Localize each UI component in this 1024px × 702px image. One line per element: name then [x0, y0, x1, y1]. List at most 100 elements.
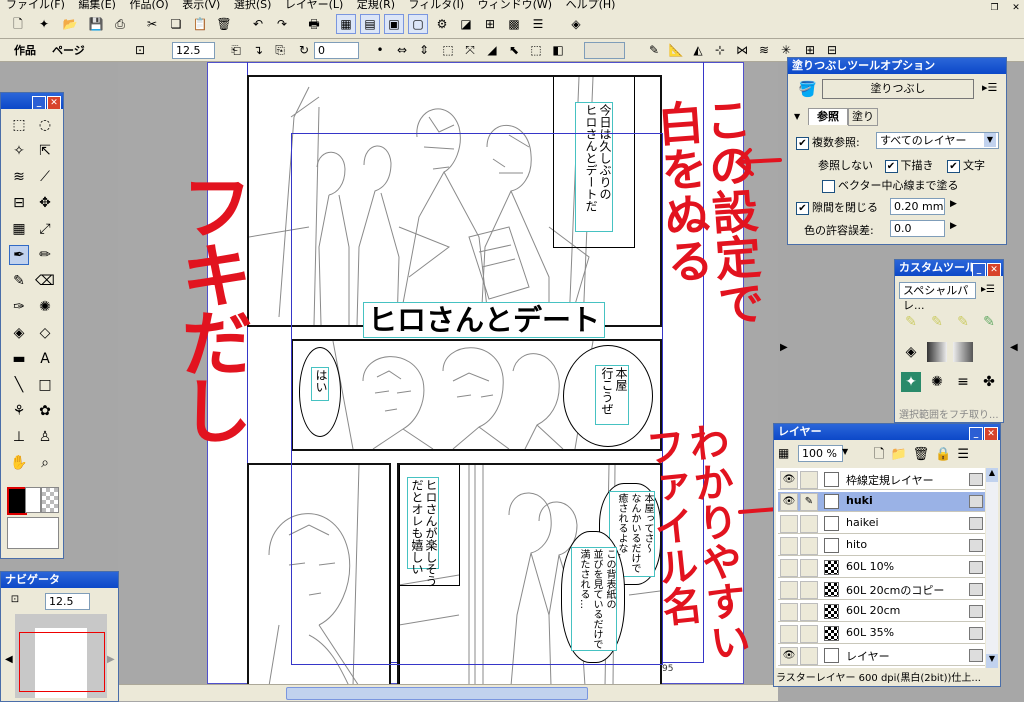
layer-row[interactable]: 60L 10%	[778, 558, 985, 578]
layer-property-icon[interactable]	[969, 539, 983, 552]
view-mode-1-icon[interactable]: ▦	[336, 14, 356, 34]
page-prev-icon[interactable]: ⎗	[226, 40, 246, 60]
color-tolerance-field[interactable]: 0.0	[890, 220, 945, 237]
hand-icon[interactable]: ✋	[9, 453, 29, 473]
layer-row[interactable]: 60L 35%	[778, 624, 985, 644]
text-checkbox[interactable]: ✔	[947, 159, 960, 173]
edit-slot[interactable]	[800, 647, 818, 665]
layer-property-icon[interactable]	[969, 649, 983, 662]
edit-slot[interactable]	[800, 515, 818, 533]
pattern-fill-icon[interactable]: ◇	[35, 323, 55, 343]
custom-pen-2-icon[interactable]: ✎	[927, 312, 947, 332]
symmetry-icon[interactable]: ⋈	[732, 40, 752, 60]
custom-pen-4-icon[interactable]: ✎	[979, 312, 999, 332]
ruler-icon[interactable]: ⊟	[9, 193, 29, 213]
tab-work[interactable]: 作品	[14, 42, 36, 58]
edit-slot[interactable]	[800, 625, 818, 643]
page-next-icon[interactable]: ⎘	[270, 40, 290, 60]
cut-icon[interactable]: ✂	[142, 14, 162, 34]
custom-fill-icon[interactable]: ◈	[901, 342, 921, 362]
custom-spray-icon[interactable]: ✺	[927, 372, 947, 392]
eraser-icon[interactable]: ⌫	[35, 271, 55, 291]
print-preview-icon[interactable]: ⎙	[110, 14, 130, 34]
flip-horizontal-icon[interactable]: ⇔	[392, 40, 412, 60]
tab-fill[interactable]: 塗り	[848, 108, 878, 126]
hidden-slot[interactable]	[780, 559, 798, 577]
dock-toggle-left-icon[interactable]: ▶	[780, 342, 788, 353]
scroll-up-icon[interactable]: ▲	[986, 468, 998, 482]
expand-icon[interactable]: ⬉	[504, 40, 524, 60]
layer-property-icon[interactable]	[969, 583, 983, 596]
collapse-icon[interactable]: ▼	[794, 112, 800, 121]
custom-speedline-icon[interactable]: ≡	[953, 372, 973, 392]
custom-tool-select[interactable]: スペシャルパレ...	[899, 282, 976, 312]
zoom-icon[interactable]: ⌕	[35, 453, 55, 473]
layer-color-icon[interactable]: ▦	[778, 446, 789, 460]
vector-center-checkbox[interactable]	[822, 179, 835, 193]
fill-tool-name[interactable]: 塗りつぶし	[822, 79, 974, 99]
tone-icon[interactable]: ⚘	[9, 401, 29, 421]
rotate-field[interactable]: 0	[314, 42, 359, 59]
page-turn-icon[interactable]: ↴	[248, 40, 268, 60]
guide-snap-icon[interactable]: ◭	[688, 40, 708, 60]
ruler-snap-icon[interactable]: 📐	[666, 40, 686, 60]
multi-ref-select[interactable]: すべてのレイヤー	[876, 132, 999, 149]
opacity-field[interactable]: 100 %	[798, 445, 843, 462]
deselect-icon[interactable]: ⬚	[526, 40, 546, 60]
transform-select-icon[interactable]: ⤧	[460, 40, 480, 60]
blur-icon[interactable]: ⊥	[9, 427, 29, 447]
grid-icon[interactable]: ▦	[9, 219, 29, 239]
rotate-icon[interactable]: ↻	[294, 40, 314, 60]
main-color-swatch[interactable]	[7, 487, 27, 515]
panel-menu-icon[interactable]: ▸☰	[982, 81, 997, 94]
horizontal-scrollbar[interactable]	[118, 684, 778, 701]
layer-property-icon[interactable]	[969, 561, 983, 574]
sub-color-swatch[interactable]	[25, 487, 41, 513]
navigator-icon[interactable]: ⊞	[480, 14, 500, 34]
navigator-zoom-field[interactable]: 12.5	[45, 593, 90, 610]
paste-icon[interactable]: 📋	[190, 14, 210, 34]
new-folder-icon[interactable]: 📁	[890, 447, 912, 462]
fit-page-icon[interactable]: ⊡	[7, 592, 23, 608]
airbrush-icon[interactable]: ✺	[35, 297, 55, 317]
layer-property-icon[interactable]	[969, 495, 983, 508]
layer-row[interactable]: hito	[778, 536, 985, 556]
layer-menu-icon[interactable]: ☰	[957, 447, 975, 462]
custom-tone-icon[interactable]: ✦	[901, 372, 921, 392]
layer-row[interactable]: 60L 20cm	[778, 602, 985, 622]
minimize-icon[interactable]: _	[32, 96, 46, 109]
invert-selection-icon[interactable]: ◧	[548, 40, 568, 60]
hidden-slot[interactable]	[780, 515, 798, 533]
lock-icon[interactable]: 🔒	[935, 447, 957, 462]
layer-row[interactable]: 👁 枠線定規レイヤー	[778, 470, 985, 490]
hidden-slot[interactable]	[780, 625, 798, 643]
close-icon[interactable]: ✕	[47, 96, 61, 109]
eye-icon[interactable]: 👁	[780, 493, 798, 511]
line-icon[interactable]: ╲	[9, 375, 29, 395]
layer-row[interactable]: 60L 20cmのコピー	[778, 580, 985, 600]
eye-icon[interactable]: 👁	[780, 471, 798, 489]
delete-icon[interactable]: 🗑	[214, 14, 234, 34]
layer-property-icon[interactable]	[969, 517, 983, 530]
minimize-icon[interactable]: _	[969, 427, 983, 440]
draft-checkbox[interactable]: ✔	[884, 159, 898, 173]
layer-scrollbar[interactable]: ▲ ▼	[986, 468, 998, 668]
gradient-icon[interactable]: ▬	[9, 349, 29, 369]
layer-row[interactable]: 👁 レイヤー	[778, 646, 985, 666]
panel-menu-icon[interactable]: ▸☰	[981, 284, 995, 295]
layer-property-icon[interactable]	[969, 627, 983, 640]
color-palette-icon[interactable]: ▩	[504, 14, 524, 34]
properties-icon[interactable]: ☰	[528, 14, 548, 34]
navigator-preview[interactable]	[15, 614, 107, 698]
delete-layer-icon[interactable]: 🗑	[913, 447, 936, 462]
close-gap-arrow-icon[interactable]: ▶	[950, 199, 957, 209]
grid-snap-icon[interactable]: ⊹	[710, 40, 730, 60]
pencil-icon[interactable]: ✏	[35, 245, 55, 265]
chevron-down-icon[interactable]: ▼	[984, 133, 996, 147]
view-mode-4-icon[interactable]: ▢	[408, 14, 428, 34]
tone-palette-icon[interactable]: ◪	[456, 14, 476, 34]
rect-icon[interactable]: □	[35, 375, 55, 395]
custom-stamp-icon[interactable]: ✤	[979, 372, 999, 392]
close-gap-field[interactable]: 0.20 mm	[890, 198, 945, 215]
select-all-icon[interactable]: ⬚	[438, 40, 458, 60]
